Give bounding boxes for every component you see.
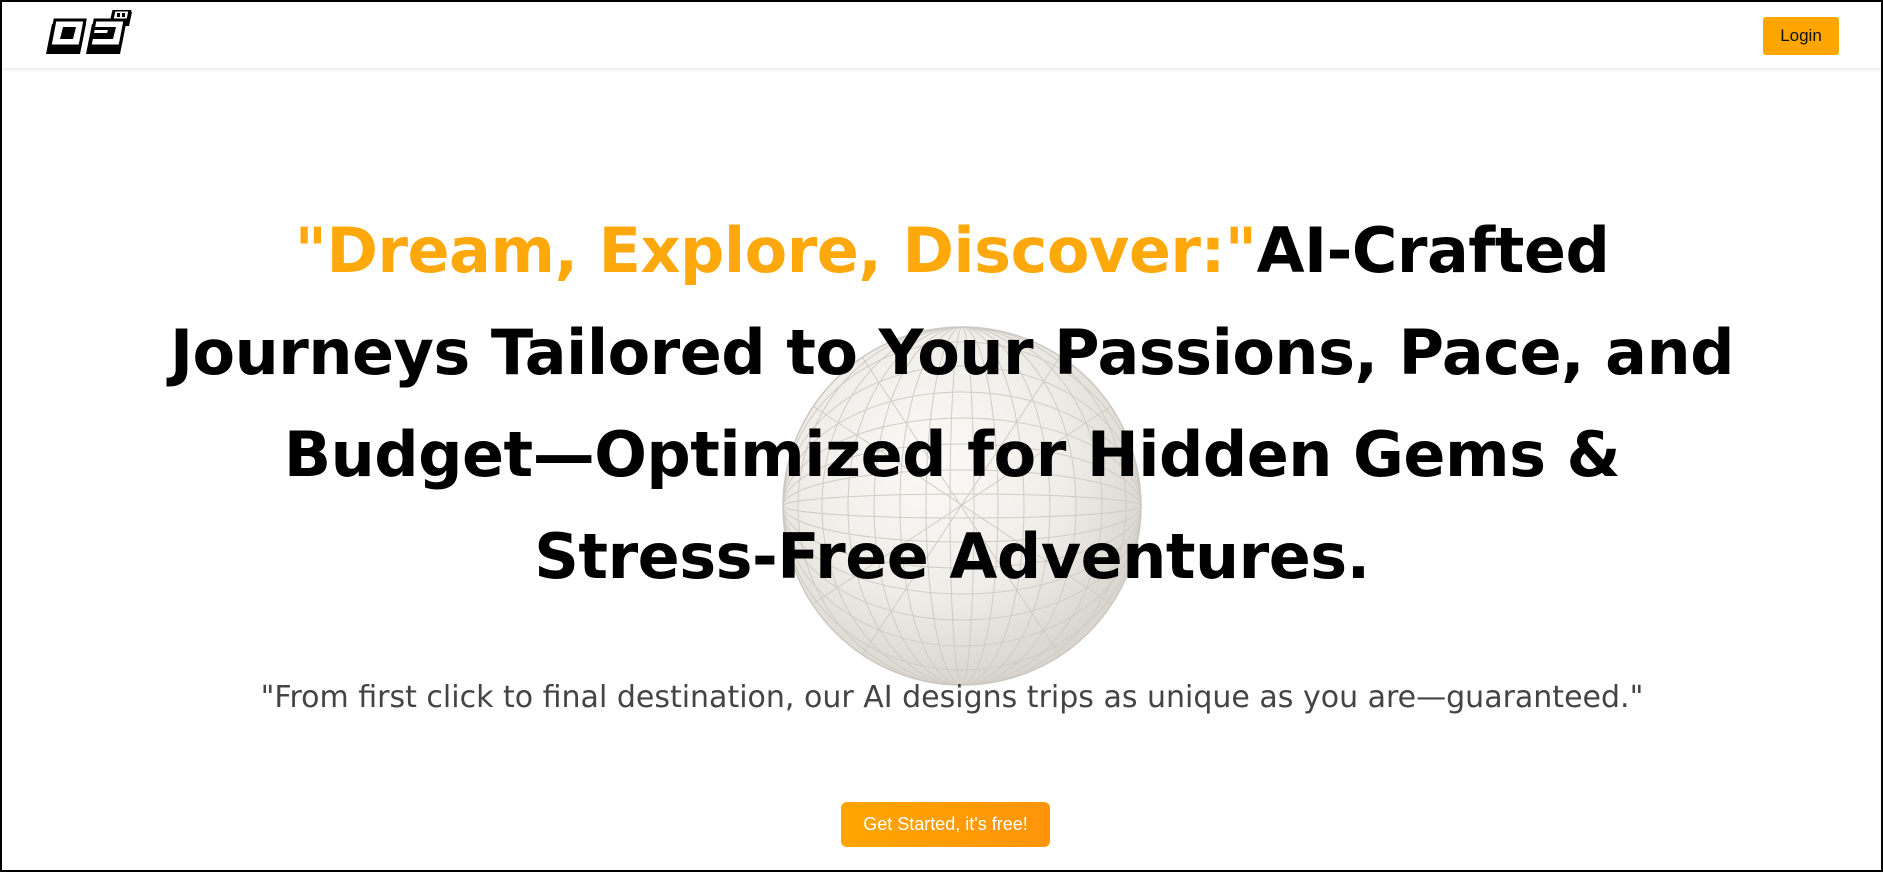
- top-navbar: Login: [2, 2, 1881, 69]
- login-button[interactable]: Login: [1763, 17, 1839, 55]
- hero-headline-accent: "Dream, Explore, Discover:": [294, 214, 1257, 287]
- oj-logo-icon[interactable]: [46, 10, 132, 58]
- hero-subheadline: "From first click to final destination, …: [260, 680, 1644, 715]
- get-started-button[interactable]: Get Started, it's free!: [841, 802, 1050, 847]
- hero-headline: "Dream, Explore, Discover:"AI-Crafted Jo…: [152, 200, 1752, 608]
- page: Login "Dream, Explore, Discover:"AI-Craf…: [0, 0, 1883, 872]
